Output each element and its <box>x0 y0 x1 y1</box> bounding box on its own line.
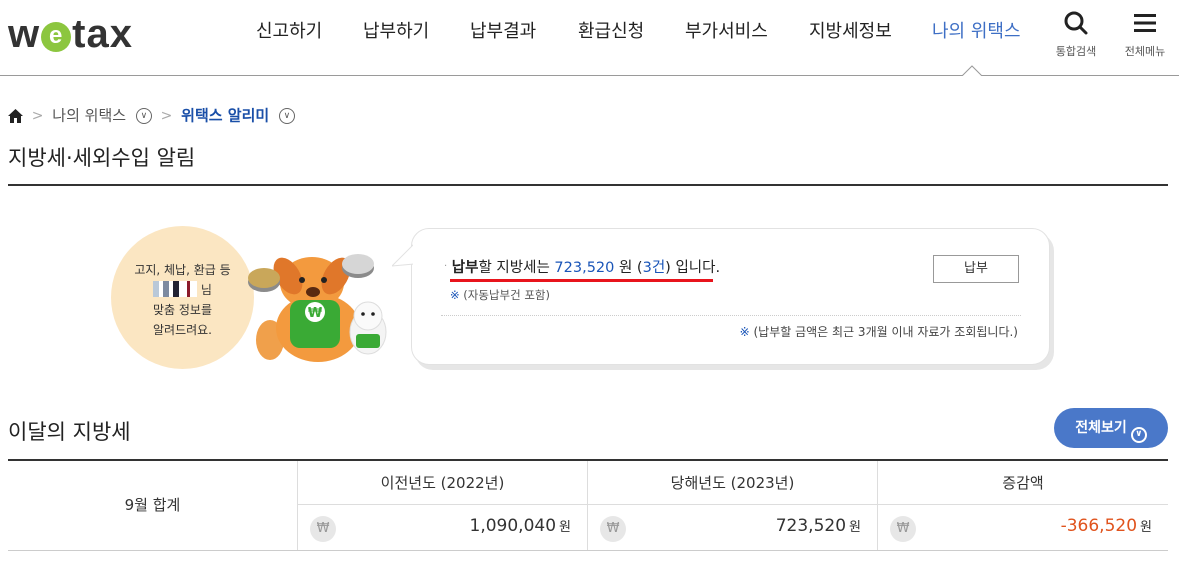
period-note-text: (납부할 금액은 최근 3개월 이내 자료가 조회됩니다.) <box>749 325 1018 339</box>
amount-change: -366,520 원 <box>1060 516 1152 536</box>
won-icon: ₩ <box>310 516 336 542</box>
cell-current-year: ₩ 723,520 원 <box>587 505 877 550</box>
nav-payment[interactable]: 납부하기 <box>363 20 429 44</box>
site-header: w e tax 신고하기 납부하기 납부결과 환급신청 부가서비스 지방세정보 나의… <box>0 0 1179 76</box>
pay-button[interactable]: 납부 <box>933 255 1019 283</box>
home-icon[interactable] <box>8 108 23 123</box>
page-title: 지방세·세외수입 알림 <box>8 146 196 170</box>
mascot-illustration: ₩ <box>248 254 387 362</box>
view-all-button[interactable]: 전체보기 ∨ <box>1054 408 1168 448</box>
integrated-search-button[interactable]: 통합검색 <box>1046 10 1106 59</box>
full-menu-button[interactable]: 전체메뉴 <box>1115 10 1175 59</box>
hamburger-icon <box>1134 14 1156 32</box>
summary-end: ) 입니다. <box>665 260 721 276</box>
masked-user-name <box>153 281 198 297</box>
cell-change: ₩ -366,520 원 <box>877 505 1168 550</box>
notice-circle-line1: 고지, 체납, 환급 등 <box>134 263 231 277</box>
chevron-down-icon: ∨ <box>1130 427 1147 443</box>
summary-unit: 원 ( <box>614 260 643 276</box>
notice-circle-user-line: 님 <box>111 280 254 300</box>
search-label: 통합검색 <box>1055 45 1097 58</box>
payable-count[interactable]: 3건 <box>643 260 666 276</box>
title-divider <box>8 184 1168 186</box>
cell-previous-year: ₩ 1,090,040 원 <box>297 505 587 550</box>
wetax-logo[interactable]: w e tax <box>8 12 133 56</box>
breadcrumb-current[interactable]: 위택스 알리미 <box>181 107 269 125</box>
period-note: ※ (납부할 금액은 최근 3개월 이내 자료가 조회됩니다.) <box>740 324 1018 340</box>
payable-tax-summary: · 납부할 지방세는 723,520 원 (3건) 입니다. <box>444 256 720 279</box>
chevron-down-icon[interactable]: ∨ <box>278 107 295 124</box>
svg-text:₩: ₩ <box>308 306 323 321</box>
won-icon: ₩ <box>890 516 916 542</box>
amount-previous-year: 1,090,040 원 <box>469 516 572 536</box>
col-header-previous-year: 이전년도 (2022년) <box>297 461 587 505</box>
menu-label: 전체메뉴 <box>1124 45 1166 58</box>
note-mark: ※ <box>450 288 460 302</box>
won-icon: ₩ <box>600 516 626 542</box>
breadcrumb: > 나의 위택스 ∨ > 위택스 알리미 ∨ <box>8 104 295 126</box>
nav-local-tax-info[interactable]: 지방세정보 <box>809 20 892 44</box>
monthly-tax-title: 이달의 지방세 <box>8 420 131 444</box>
summary-mid: 할 지방세는 <box>478 260 555 276</box>
auto-payment-note: ※ (자동납부건 포함) <box>450 287 550 303</box>
auto-payment-note-text: (자동납부건 포함) <box>459 288 550 302</box>
breadcrumb-my-wetax[interactable]: 나의 위택스 <box>52 107 126 125</box>
bubble-tail <box>392 242 418 267</box>
pay-word: 납부 <box>451 260 479 276</box>
notice-circle-suffix: 님 <box>200 283 212 297</box>
row-label-september-total: 9월 합계 <box>124 496 181 514</box>
breadcrumb-separator-icon: > <box>31 107 44 124</box>
bubble-divider <box>441 315 1021 316</box>
note-mark: ※ <box>739 325 750 339</box>
search-icon <box>1064 11 1088 35</box>
nav-payment-result[interactable]: 납부결과 <box>470 20 536 44</box>
nav-file-return[interactable]: 신고하기 <box>256 20 322 44</box>
nav-refund[interactable]: 환급신청 <box>578 20 644 44</box>
amount-current-year: 723,520 원 <box>775 516 861 536</box>
chevron-down-icon[interactable]: ∨ <box>135 107 152 124</box>
table-bottom-border <box>8 550 1168 551</box>
col-header-change: 증감액 <box>877 461 1168 505</box>
bullet-icon: · <box>444 261 448 272</box>
active-nav-pointer <box>962 65 982 76</box>
col-header-current-year: 당해년도 (2023년) <box>587 461 877 505</box>
highlight-underline <box>450 279 713 282</box>
view-all-label: 전체보기 <box>1075 420 1127 436</box>
notice-circle-text: 고지, 체납, 환급 등 님 맞춤 정보를 알려드려요. <box>111 260 254 340</box>
payable-amount[interactable]: 723,520 <box>554 260 614 276</box>
nav-my-wetax[interactable]: 나의 위택스 <box>932 20 1021 44</box>
notice-circle-line3: 맞춤 정보를 <box>152 303 212 317</box>
breadcrumb-separator-icon: > <box>160 107 173 124</box>
nav-extra-services[interactable]: 부가서비스 <box>685 20 768 44</box>
notice-circle-line4: 알려드려요. <box>152 323 212 337</box>
